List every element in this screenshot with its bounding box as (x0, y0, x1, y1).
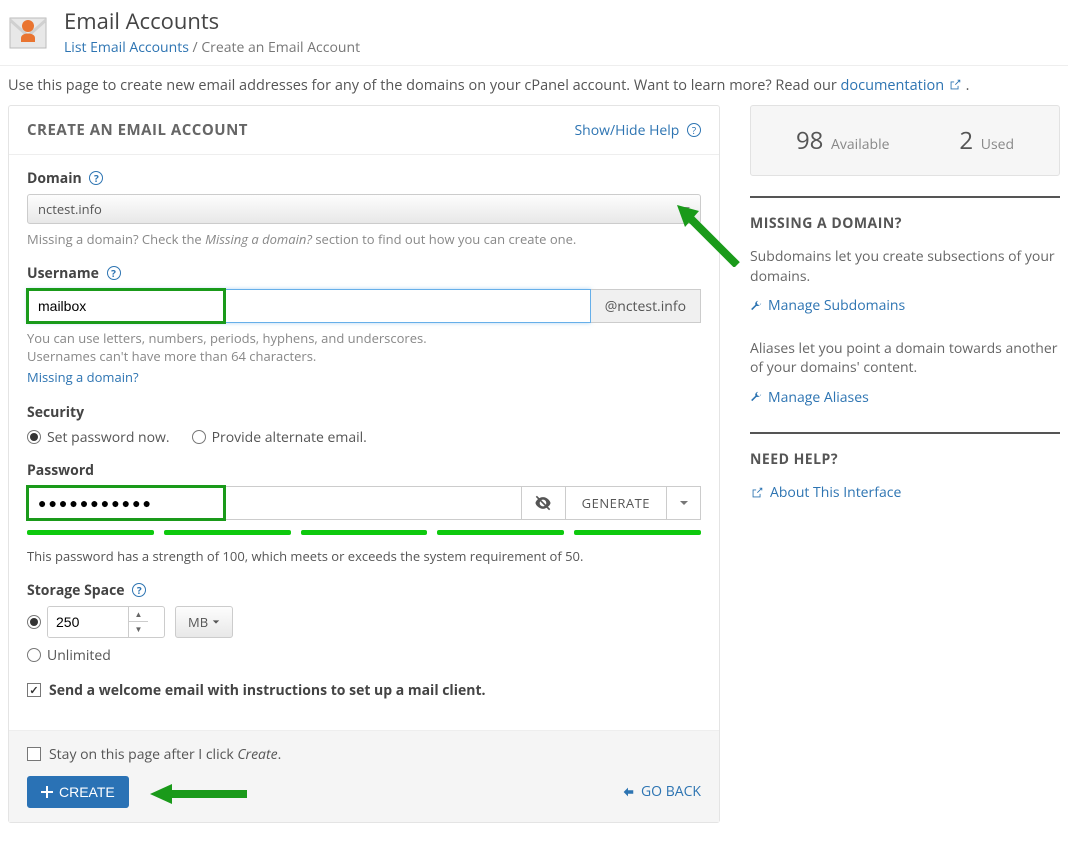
chevron-down-icon[interactable]: ▼ (129, 622, 148, 637)
domain-label: Domain ? (27, 169, 701, 188)
storage-label: Storage Space ? (27, 581, 701, 600)
manage-aliases-link[interactable]: Manage Aliases (750, 388, 869, 407)
help-icon[interactable]: ? (107, 266, 121, 280)
radio-storage-unlimited[interactable] (27, 648, 41, 662)
create-email-panel: CREATE AN EMAIL ACCOUNT Show/Hide Help ?… (8, 105, 720, 823)
radio-alt-email-label: Provide alternate email. (212, 428, 367, 447)
help-icon[interactable]: ? (132, 583, 146, 597)
radio-set-password[interactable] (27, 430, 41, 444)
wrench-icon (750, 300, 762, 312)
username-input[interactable] (27, 289, 591, 323)
radio-storage-unlimited-label: Unlimited (47, 646, 111, 665)
documentation-link[interactable]: documentation (841, 76, 966, 95)
quantity-stepper[interactable]: ▲ ▼ (128, 607, 148, 637)
welcome-email-label: Send a welcome email with instructions t… (49, 681, 486, 700)
username-hint: You can use letters, numbers, periods, h… (27, 329, 701, 365)
subdomains-text: Subdomains let you create subsections of… (750, 247, 1060, 286)
account-stats: 98 Available 2 Used (750, 105, 1060, 176)
external-link-icon (750, 486, 764, 500)
used-count: 2 (959, 124, 973, 157)
show-hide-help-link[interactable]: Show/Hide Help ? (574, 121, 701, 140)
breadcrumb-current: Create an Email Account (201, 38, 360, 57)
wrench-icon (750, 391, 762, 403)
intro-line: Use this page to create new email addres… (0, 65, 1068, 105)
password-label: Password (27, 461, 701, 480)
aliases-text: Aliases let you point a domain towards a… (750, 339, 1060, 378)
chevron-down-icon (212, 618, 220, 626)
side-missing-title: MISSING A DOMAIN? (750, 214, 1060, 233)
help-icon[interactable]: ? (89, 171, 103, 185)
email-app-icon (4, 8, 52, 56)
breadcrumb-list-link[interactable]: List Email Accounts (64, 38, 189, 57)
domain-select[interactable]: nctest.info (27, 194, 701, 224)
welcome-email-checkbox[interactable] (27, 683, 41, 697)
password-strength-meter (27, 530, 701, 535)
help-icon: ? (687, 123, 701, 137)
radio-set-password-label: Set password now. (47, 428, 170, 447)
chevron-up-icon[interactable]: ▲ (129, 607, 148, 623)
username-label: Username ? (27, 264, 701, 283)
radio-storage-fixed[interactable] (27, 615, 41, 629)
stay-on-page-label: Stay on this page after I click Create. (49, 745, 281, 764)
eye-slash-icon (533, 493, 553, 513)
go-back-button[interactable]: GO BACK (621, 782, 701, 801)
panel-title: CREATE AN EMAIL ACCOUNT (27, 120, 248, 140)
annotation-arrow (142, 778, 252, 810)
external-link-icon (948, 78, 962, 92)
page-title: Email Accounts (64, 6, 360, 36)
password-input[interactable] (27, 486, 522, 520)
missing-domain-link[interactable]: Missing a domain? (27, 368, 139, 386)
create-button[interactable]: CREATE (27, 776, 129, 808)
arrow-left-icon (621, 785, 635, 799)
stay-on-page-checkbox[interactable] (27, 747, 41, 761)
breadcrumb: List Email Accounts / Create an Email Ac… (64, 38, 360, 57)
domain-hint: Missing a domain? Check the Missing a do… (27, 230, 701, 248)
radio-alt-email[interactable] (192, 430, 206, 444)
security-label: Security (27, 403, 701, 422)
side-help-title: NEED HELP? (750, 450, 1060, 469)
toggle-password-visibility-button[interactable] (522, 486, 566, 520)
plus-icon (41, 786, 53, 798)
storage-input[interactable] (48, 607, 128, 637)
generate-options-button[interactable] (667, 486, 701, 520)
about-interface-link[interactable]: About This Interface (750, 483, 901, 502)
available-count: 98 (796, 124, 823, 157)
chevron-down-icon (679, 498, 689, 508)
storage-unit-select[interactable]: MB (175, 606, 233, 638)
username-domain-suffix: @nctest.info (591, 289, 701, 323)
password-strength-text: This password has a strength of 100, whi… (27, 547, 701, 565)
annotation-arrow (667, 197, 747, 267)
page-header: Email Accounts List Email Accounts / Cre… (0, 0, 1068, 65)
manage-subdomains-link[interactable]: Manage Subdomains (750, 296, 905, 315)
generate-password-button[interactable]: GENERATE (566, 486, 667, 520)
